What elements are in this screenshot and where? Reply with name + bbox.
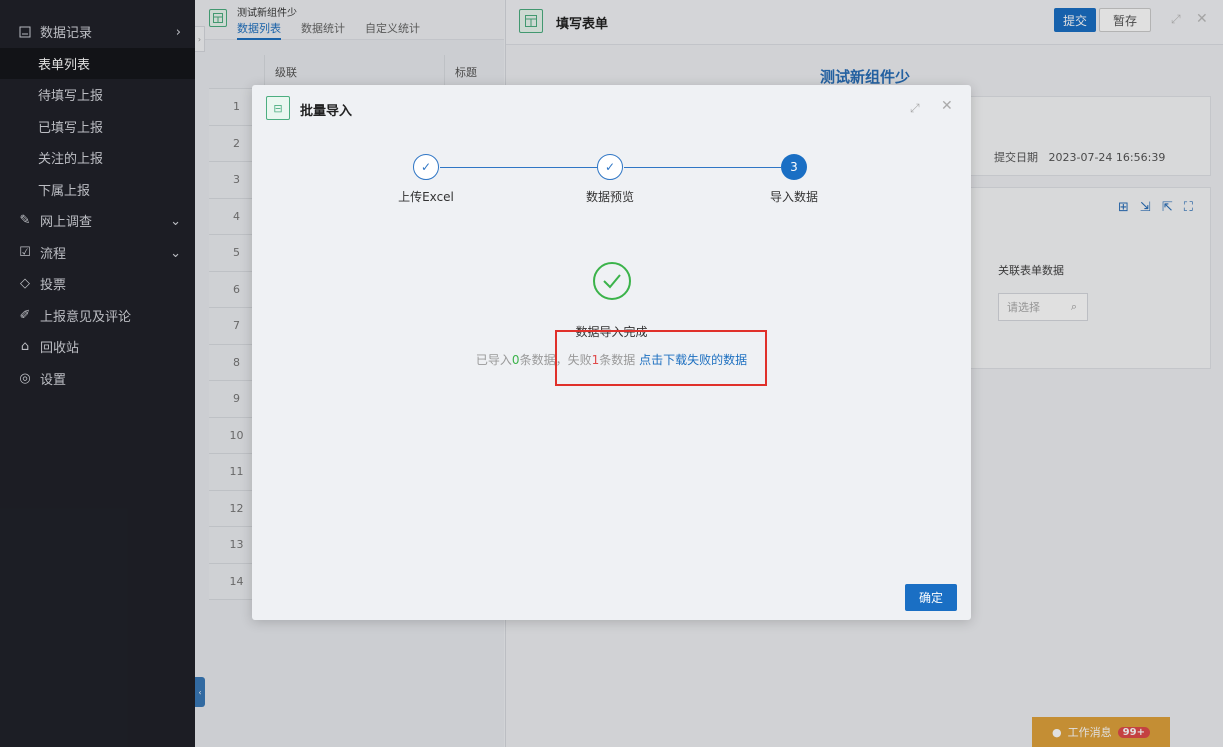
step-upload-icon: ✓ xyxy=(413,154,439,180)
stat-prefix: 已导入 xyxy=(475,353,512,367)
dialog-title: 批量导入 xyxy=(300,104,353,119)
step-import-indicator: 3 xyxy=(781,154,807,180)
expand-icon[interactable]: ⤢ xyxy=(910,101,920,116)
confirm-button[interactable]: 确定 xyxy=(905,584,957,611)
step-label-preview: 数据预览 xyxy=(585,190,634,204)
step-connector xyxy=(440,167,597,168)
annotation-highlight-box xyxy=(555,330,767,386)
success-check-icon xyxy=(593,262,631,300)
step-label-import: 导入数据 xyxy=(769,190,818,204)
step-label-upload: 上传Excel xyxy=(398,190,454,204)
step-connector xyxy=(624,167,781,168)
imported-count: 0 xyxy=(511,353,520,367)
import-icon: ⊟ xyxy=(266,96,290,120)
close-icon[interactable]: ✕ xyxy=(941,98,953,114)
step-preview-icon: ✓ xyxy=(597,154,623,180)
